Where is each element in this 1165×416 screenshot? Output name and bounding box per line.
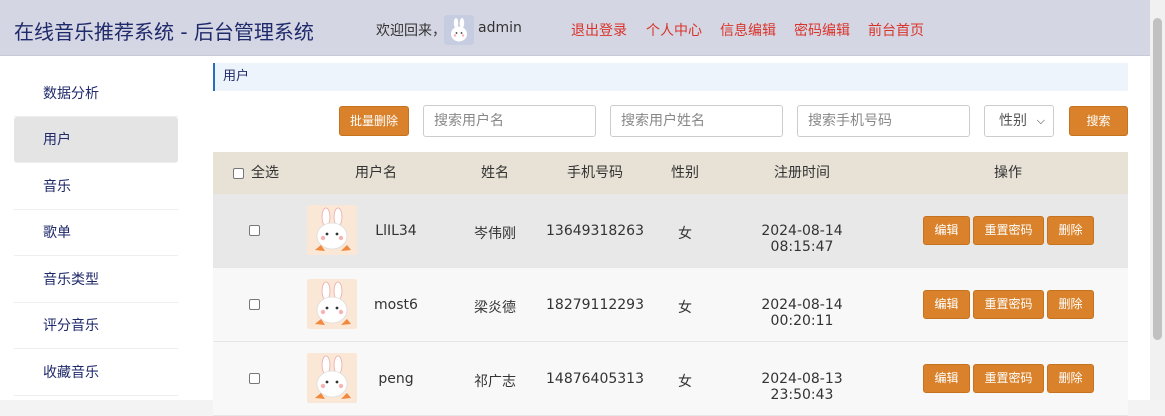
username-label: admin (478, 20, 522, 36)
table-row: most6 梁炎德 18279112293 女 2024-08-14 00:20… (213, 268, 1128, 342)
cell-phone: 14876405313 (546, 371, 644, 387)
select-all-label: 全选 (251, 165, 279, 181)
info-edit-link[interactable]: 信息编辑 (720, 20, 776, 40)
search-phone-input[interactable]: 搜索手机号码 (797, 105, 970, 137)
header-username: 用户名 (355, 165, 397, 181)
gender-select-value: 性别 (999, 113, 1027, 129)
header-phone: 手机号码 (567, 165, 623, 181)
scrollbar-thumb[interactable] (1153, 18, 1162, 340)
page-scrollbar[interactable] (1150, 0, 1165, 400)
avatar[interactable] (444, 15, 474, 45)
table-row: LlIL34 岑伟刚 13649318263 女 2024-08-14 08:1… (213, 194, 1128, 268)
frontpage-link[interactable]: 前台首页 (868, 20, 924, 40)
edit-button[interactable]: 编辑 (923, 216, 970, 245)
cell-name: 祁广志 (474, 374, 516, 390)
app-title: 在线音乐推荐系统 - 后台管理系统 (14, 20, 314, 44)
user-avatar (307, 353, 357, 403)
select-all-checkbox[interactable] (233, 168, 244, 179)
edit-button[interactable]: 编辑 (923, 290, 970, 319)
sidebar-item-favorite-music[interactable]: 收藏音乐 (14, 350, 178, 396)
delete-button[interactable]: 删除 (1047, 290, 1094, 319)
edit-button[interactable]: 编辑 (923, 364, 970, 393)
table-header: 全选 用户名 姓名 手机号码 性别 注册时间 操作 (213, 152, 1128, 194)
cell-registered: 2024-08-14 00:20:11 (761, 297, 843, 329)
batch-delete-button[interactable]: 批量删除 (339, 106, 409, 136)
sidebar-item-playlists[interactable]: 歌单 (14, 210, 178, 256)
bunny-avatar-icon (315, 355, 351, 399)
cell-phone: 18279112293 (546, 297, 644, 313)
sidebar-item-music-types[interactable]: 音乐类型 (14, 257, 178, 303)
reset-password-button[interactable]: 重置密码 (973, 290, 1044, 319)
table-row: peng 祁广志 14876405313 女 2024-08-13 23:50:… (213, 342, 1128, 416)
sidebar-item-users[interactable]: 用户 (14, 117, 178, 163)
cell-gender: 女 (678, 226, 692, 242)
header-registered: 注册时间 (774, 165, 830, 181)
sidebar-item-music[interactable]: 音乐 (14, 164, 178, 210)
search-name-input[interactable]: 搜索用户姓名 (610, 105, 783, 137)
header-actions: 操作 (994, 165, 1022, 181)
sidebar-item-data-analysis[interactable]: 数据分析 (14, 71, 178, 117)
cell-gender: 女 (678, 374, 692, 390)
cell-username: most6 (374, 297, 418, 313)
cell-username: peng (378, 371, 414, 387)
gender-select[interactable]: 性别 ⌵ (984, 105, 1054, 137)
search-button[interactable]: 搜索 (1069, 106, 1128, 136)
header-gender: 性别 (671, 165, 699, 181)
profile-link[interactable]: 个人中心 (646, 20, 702, 40)
bunny-avatar-icon (451, 18, 467, 42)
cell-username: LlIL34 (375, 223, 417, 239)
search-username-input[interactable]: 搜索用户名 (423, 105, 596, 137)
reset-password-button[interactable]: 重置密码 (973, 364, 1044, 393)
header-name: 姓名 (481, 165, 509, 181)
row-checkbox[interactable] (249, 299, 260, 310)
delete-button[interactable]: 删除 (1047, 364, 1094, 393)
sidebar-item-rated-music[interactable]: 评分音乐 (14, 303, 178, 349)
row-checkbox[interactable] (249, 373, 260, 384)
cell-registered: 2024-08-14 08:15:47 (761, 223, 843, 255)
welcome-text: 欢迎回来， (376, 23, 446, 39)
user-avatar (307, 205, 357, 255)
bunny-avatar-icon (315, 207, 351, 251)
logout-link[interactable]: 退出登录 (571, 20, 627, 40)
password-edit-link[interactable]: 密码编辑 (794, 20, 850, 40)
cell-name: 岑伟刚 (474, 226, 516, 242)
cell-phone: 13649318263 (546, 223, 644, 239)
bunny-avatar-icon (315, 281, 351, 325)
reset-password-button[interactable]: 重置密码 (973, 216, 1044, 245)
top-bar: 在线音乐推荐系统 - 后台管理系统 欢迎回来， admin 退出登录 个人中心 … (0, 0, 1165, 56)
delete-button[interactable]: 删除 (1047, 216, 1094, 245)
cell-name: 梁炎德 (474, 300, 516, 316)
chevron-down-icon: ⌵ (1036, 114, 1045, 127)
breadcrumb: 用户 (213, 63, 1128, 91)
cell-registered: 2024-08-13 23:50:43 (761, 371, 843, 403)
cell-gender: 女 (678, 300, 692, 316)
user-avatar (307, 279, 357, 329)
row-checkbox[interactable] (249, 225, 260, 236)
